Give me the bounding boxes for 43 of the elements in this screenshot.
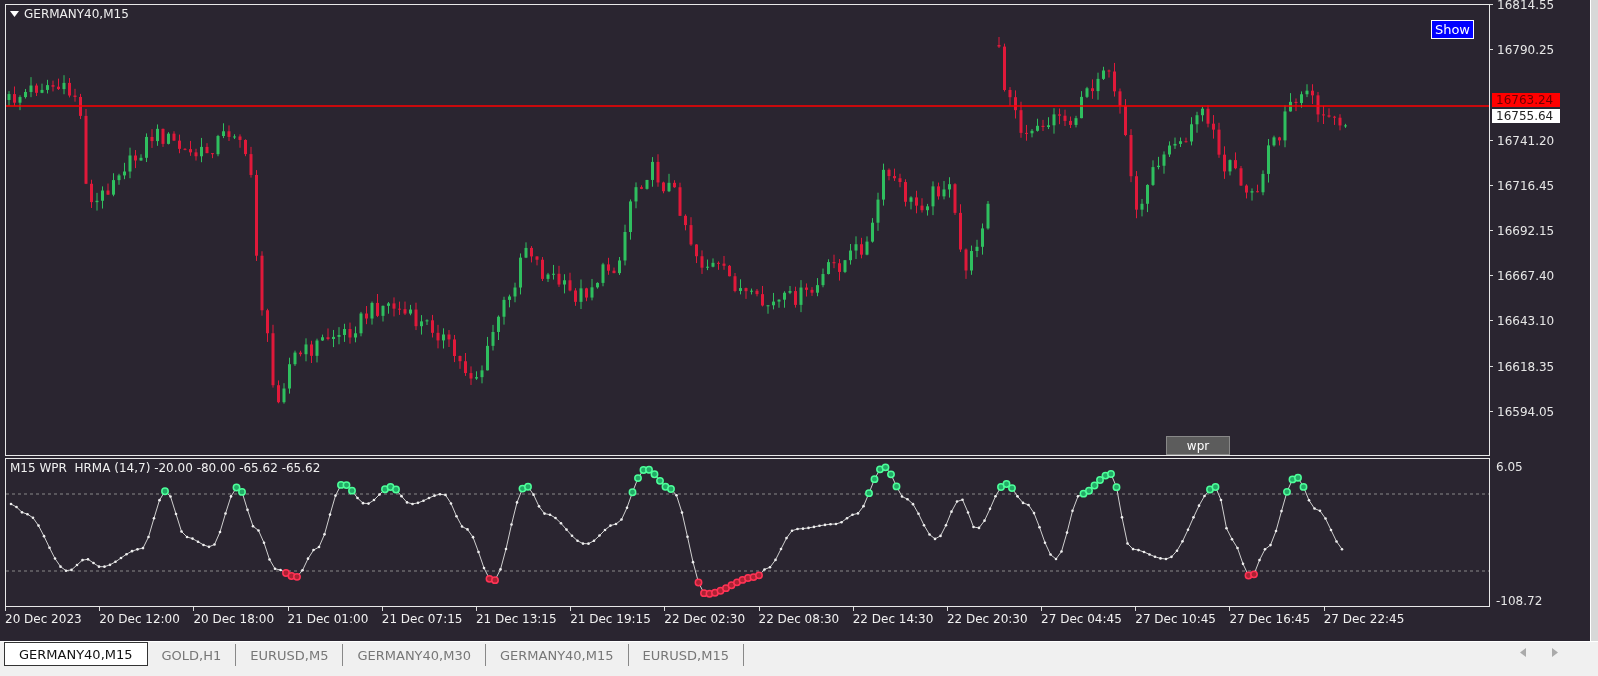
price-label: 16814.55 [1497, 0, 1555, 11]
indicator-axis-label: 6.05 [1496, 461, 1524, 473]
price-label: 16741.20 [1497, 134, 1555, 147]
indicator-title: M15 WPR HRMA (14,7) -20.00 -80.00 -65.62 -65.62 [10, 461, 321, 475]
price-label: 16716.45 [1497, 179, 1555, 192]
scroll-right-icon[interactable] [1552, 648, 1558, 657]
time-label: 20 Dec 18:00 [193, 612, 276, 626]
chart-tab[interactable]: GERMANY40,M15 [486, 644, 629, 666]
time-label: 22 Dec 14:30 [852, 612, 935, 626]
time-label: 27 Dec 22:45 [1323, 612, 1406, 626]
indicator-chart[interactable]: M15 WPR HRMA (14,7) -20.00 -80.00 -65.62 -65.62 [5, 458, 1490, 607]
price-chart[interactable]: GERMANY40,M15 Show wpr [5, 4, 1490, 456]
dropdown-icon[interactable] [10, 11, 19, 17]
time-label: 27 Dec 10:45 [1135, 612, 1217, 626]
chart-tab[interactable]: EURUSD,M15 [628, 644, 744, 666]
time-label: 20 Dec 12:00 [99, 612, 181, 626]
time-label: 22 Dec 20:30 [946, 612, 1029, 626]
indicator-button[interactable]: wpr [1166, 436, 1230, 455]
chart-tab[interactable]: GERMANY40,M30 [343, 644, 486, 666]
chart-tab[interactable]: GERMANY40,M15 [4, 642, 148, 666]
indicator-axis-label: -108.72 [1496, 595, 1544, 607]
time-label: 22 Dec 02:30 [664, 612, 746, 626]
price-label: 16667.40 [1497, 270, 1555, 283]
price-tag: 16755.64 [1492, 109, 1560, 124]
price-label: 16790.25 [1497, 44, 1555, 57]
price-label: 16594.05 [1497, 405, 1555, 418]
price-label: 16643.10 [1497, 315, 1555, 328]
chart-tab[interactable]: GOLD,H1 [147, 644, 237, 666]
chart-tab[interactable]: EURUSD,M5 [236, 644, 344, 666]
show-button[interactable]: Show [1430, 20, 1474, 39]
time-label: 21 Dec 07:15 [381, 612, 464, 626]
time-label: 27 Dec 04:45 [1041, 612, 1123, 626]
time-label: 21 Dec 01:00 [287, 612, 370, 626]
chart-title: GERMANY40,M15 [24, 7, 129, 21]
time-label: 20 Dec 2023 [5, 612, 83, 626]
time-label: 21 Dec 19:15 [570, 612, 652, 626]
price-label: 16618.35 [1497, 360, 1555, 373]
time-label: 22 Dec 08:30 [758, 612, 841, 626]
time-label: 21 Dec 13:15 [475, 612, 558, 626]
time-label: 27 Dec 16:45 [1229, 612, 1312, 626]
price-label: 16692.15 [1497, 225, 1555, 237]
scroll-left-icon[interactable] [1520, 648, 1526, 657]
price-tag: 16763.24 [1492, 93, 1560, 108]
